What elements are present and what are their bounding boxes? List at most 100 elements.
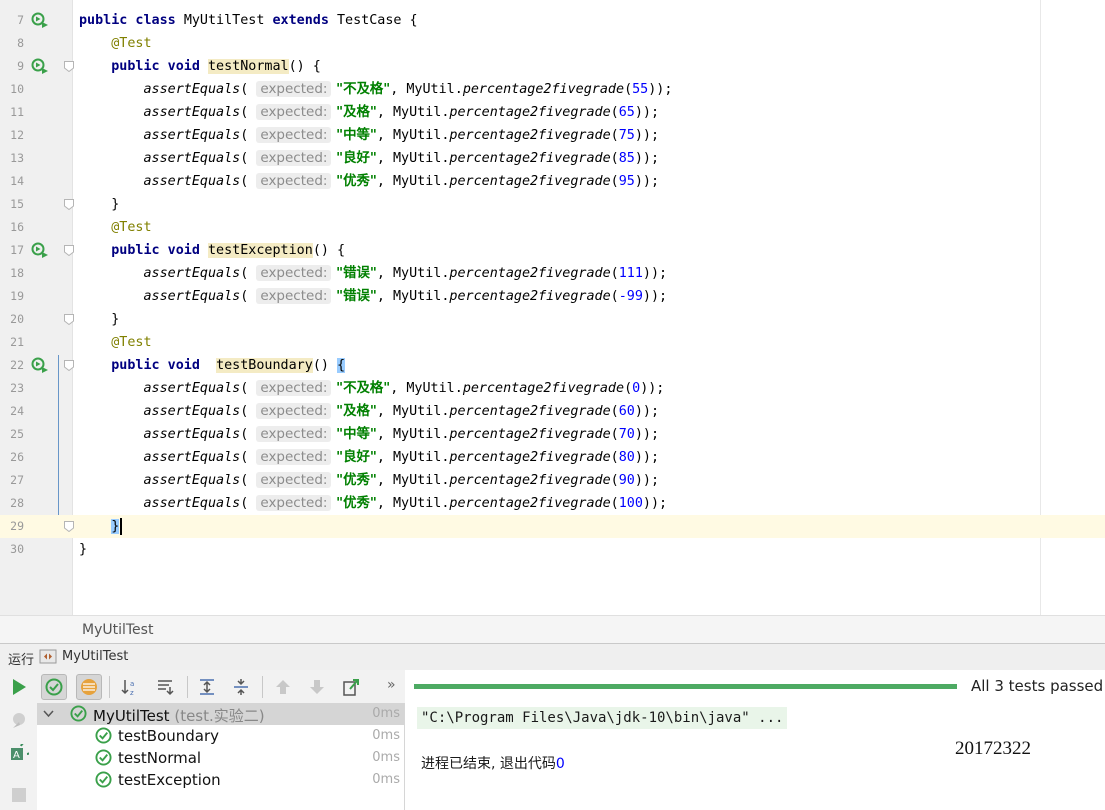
code-line[interactable]: 23 assertEquals( expected: "不及格", MyUtil… xyxy=(0,377,1105,400)
code-line[interactable]: 13 assertEquals( expected: "良好", MyUtil.… xyxy=(0,147,1105,170)
code-token: () { xyxy=(288,59,321,74)
fold-marker-icon[interactable] xyxy=(64,360,74,371)
tree-row-testnormal[interactable]: testNormal 0ms xyxy=(37,747,404,769)
code-line[interactable]: 14 assertEquals( expected: "优秀", MyUtil.… xyxy=(0,170,1105,193)
rerun-failed-icon[interactable] xyxy=(10,711,28,729)
code-token: ( xyxy=(610,473,619,488)
toggle-auto-test-icon[interactable]: A xyxy=(9,744,29,764)
code-token: ( xyxy=(624,381,633,396)
line-number: 24 xyxy=(10,404,24,418)
test-name: testBoundary xyxy=(118,727,220,745)
code-token: assertEquals xyxy=(143,381,241,396)
code-token: @Test xyxy=(111,220,152,235)
code-line[interactable]: 10 assertEquals( expected: "不及格", MyUtil… xyxy=(0,78,1105,101)
code-line[interactable]: 21 @Test xyxy=(0,331,1105,354)
code-line[interactable]: 7 public class MyUtilTest extends TestCas… xyxy=(0,9,1105,32)
code-editor[interactable]: 7 public class MyUtilTest extends TestCas… xyxy=(0,0,1105,615)
collapse-all-button[interactable] xyxy=(228,674,254,700)
run-test-gutter-icon[interactable] xyxy=(31,58,49,74)
rerun-icon[interactable] xyxy=(11,678,27,696)
code-text: public void testNormal() { xyxy=(79,55,321,78)
tree-row-testexception[interactable]: testException 0ms xyxy=(37,769,404,791)
code-line[interactable]: 8 @Test xyxy=(0,32,1105,55)
sort-alphabetically-button[interactable]: az xyxy=(117,674,143,700)
code-line[interactable]: 26 assertEquals( expected: "良好", MyUtil.… xyxy=(0,446,1105,469)
fold-marker-icon[interactable] xyxy=(64,245,74,256)
code-line[interactable]: 17 public void testException() { xyxy=(0,239,1105,262)
code-line[interactable]: 24 assertEquals( expected: "及格", MyUtil.… xyxy=(0,400,1105,423)
console-command-line[interactable]: "C:\Program Files\Java\jdk-10\bin\java" … xyxy=(417,707,788,729)
code-line[interactable]: 19 assertEquals( expected: "错误", MyUtil.… xyxy=(0,285,1105,308)
exit-text: 进程已结束, 退出代码 xyxy=(421,756,556,772)
run-tool-window-title: 运行 xyxy=(8,653,35,668)
code-line[interactable]: 18 assertEquals( expected: "错误", MyUtil.… xyxy=(0,262,1105,285)
code-token: "中等" xyxy=(331,427,377,442)
code-line[interactable]: 12 assertEquals( expected: "中等", MyUtil.… xyxy=(0,124,1105,147)
code-token: } xyxy=(79,197,120,212)
stop-icon[interactable] xyxy=(11,787,27,803)
code-token: ( xyxy=(240,105,257,120)
more-actions-icon[interactable]: » xyxy=(387,677,396,693)
code-token: expected: xyxy=(256,495,332,511)
fold-marker-icon[interactable] xyxy=(64,314,74,325)
line-number: 12 xyxy=(10,128,24,142)
console-output[interactable]: "C:\Program Files\Java\jdk-10\bin\java" … xyxy=(405,703,1105,810)
code-token: percentage2fivegrade xyxy=(462,82,625,97)
ignored-tests-icon xyxy=(81,679,97,695)
expand-all-button[interactable] xyxy=(194,674,220,700)
code-token: 111 xyxy=(618,266,643,281)
code-token: "优秀" xyxy=(331,174,377,189)
code-token: 55 xyxy=(632,82,649,97)
code-line[interactable]: 25 assertEquals( expected: "中等", MyUtil.… xyxy=(0,423,1105,446)
code-line[interactable]: 9 public void testNormal() { xyxy=(0,55,1105,78)
line-number: 26 xyxy=(10,450,24,464)
run-tab-myutiltest[interactable]: MyUtilTest xyxy=(62,649,128,664)
export-results-button[interactable] xyxy=(338,674,364,700)
code-token: ( xyxy=(610,151,619,166)
run-test-gutter-icon[interactable] xyxy=(31,242,49,258)
code-text: assertEquals( expected: "中等", MyUtil.per… xyxy=(79,423,659,446)
code-token: percentage2fivegrade xyxy=(449,151,611,166)
test-results-tree[interactable]: MyUtilTest (test.实验二) 0ms testBoundary 0… xyxy=(37,703,405,810)
code-token: ( xyxy=(240,496,257,511)
code-line[interactable]: 20 } xyxy=(0,308,1105,331)
code-line[interactable]: 15 } xyxy=(0,193,1105,216)
code-line[interactable]: 28 assertEquals( expected: "优秀", MyUtil.… xyxy=(0,492,1105,515)
code-token: assertEquals xyxy=(143,289,241,304)
expand-all-icon xyxy=(200,679,214,695)
code-token: percentage2fivegrade xyxy=(449,427,611,442)
code-line[interactable]: 16 @Test xyxy=(0,216,1105,239)
test-status-text: All 3 tests passed - xyxy=(971,677,1105,695)
code-text: assertEquals( expected: "中等", MyUtil.per… xyxy=(79,124,659,147)
tree-row-testboundary[interactable]: testBoundary 0ms xyxy=(37,725,404,747)
code-line[interactable]: 29 } xyxy=(0,515,1105,538)
code-token: ( xyxy=(610,427,619,442)
code-token: ( xyxy=(610,496,619,511)
fold-marker-icon[interactable] xyxy=(64,61,74,72)
check-circle-icon xyxy=(45,678,63,696)
sort-by-duration-button[interactable] xyxy=(152,674,178,700)
show-ignored-button[interactable] xyxy=(76,674,102,700)
show-passed-button[interactable] xyxy=(41,674,67,700)
code-line[interactable]: 22 public void testBoundary() { xyxy=(0,354,1105,377)
run-test-gutter-icon[interactable] xyxy=(31,357,49,373)
fold-marker-icon[interactable] xyxy=(64,521,74,532)
run-test-gutter-icon[interactable] xyxy=(31,12,49,28)
code-token: , MyUtil. xyxy=(390,82,463,97)
fold-marker-icon[interactable] xyxy=(64,199,74,210)
previous-failed-button[interactable] xyxy=(270,674,296,700)
chevron-down-icon[interactable] xyxy=(43,709,54,719)
code-line[interactable]: 30} xyxy=(0,538,1105,561)
code-line[interactable]: 27 assertEquals( expected: "优秀", MyUtil.… xyxy=(0,469,1105,492)
code-line[interactable]: 11 assertEquals( expected: "及格", MyUtil.… xyxy=(0,101,1105,124)
code-token: assertEquals xyxy=(143,266,241,281)
breadcrumb-class[interactable]: MyUtilTest xyxy=(82,622,153,638)
code-text: assertEquals( expected: "优秀", MyUtil.per… xyxy=(79,492,667,515)
next-failed-button[interactable] xyxy=(304,674,330,700)
tree-root-row[interactable]: MyUtilTest (test.实验二) 0ms xyxy=(37,703,404,725)
